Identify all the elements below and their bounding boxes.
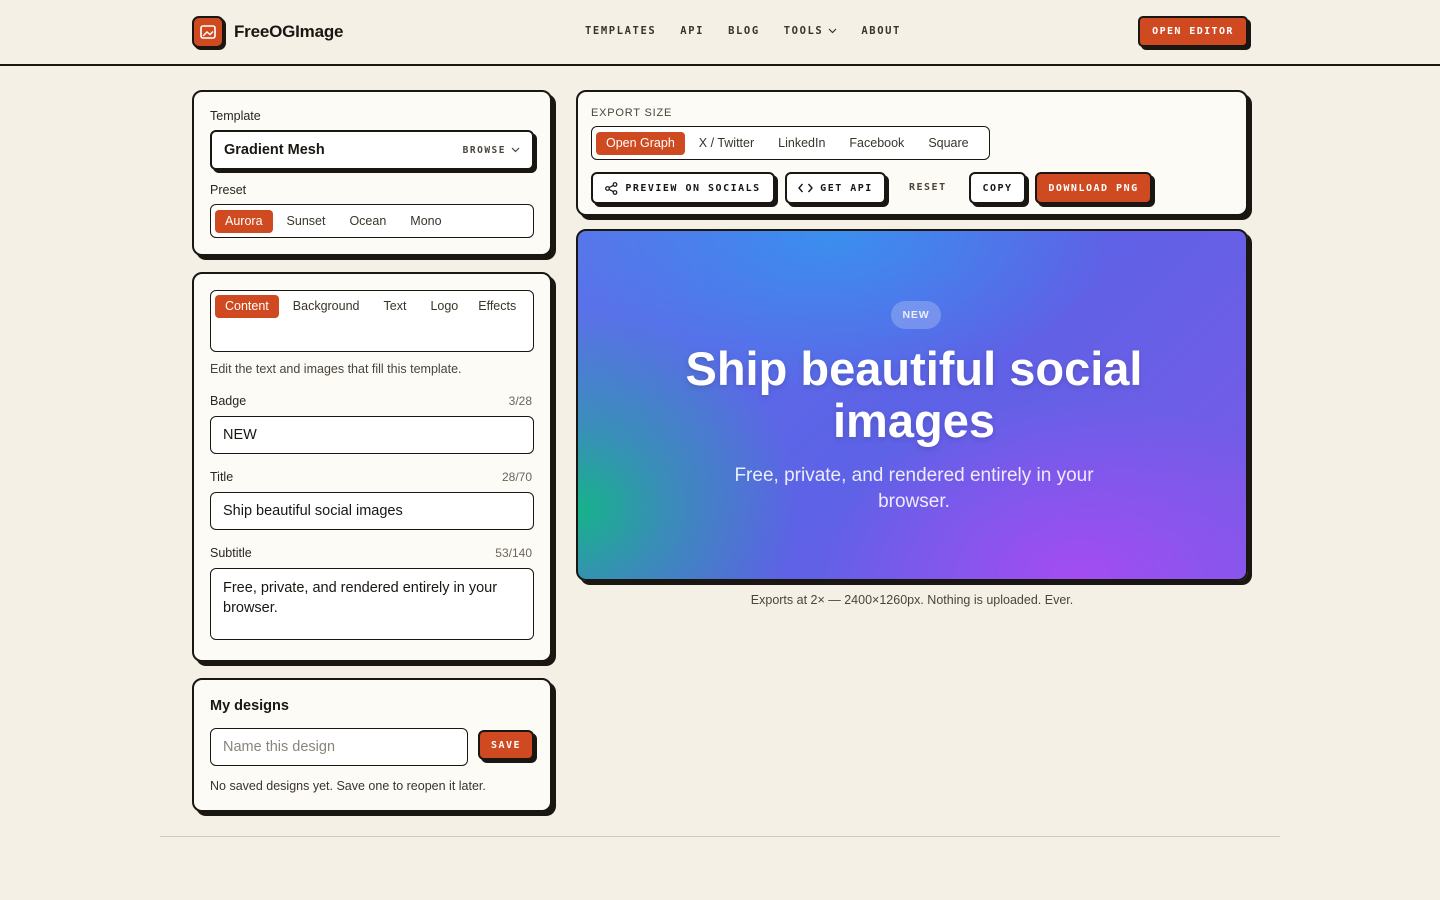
preset-ocean[interactable]: Ocean <box>339 210 396 233</box>
title-input[interactable]: Ship beautiful social images <box>210 492 534 530</box>
size-linkedin[interactable]: LinkedIn <box>768 132 835 155</box>
content-tabs: Content Background Text Logo Effects <box>210 290 534 352</box>
preset-sunset[interactable]: Sunset <box>277 210 336 233</box>
download-png-button[interactable]: DOWNLOAD PNG <box>1035 172 1152 204</box>
open-editor-button[interactable]: OPEN EDITOR <box>1138 16 1248 47</box>
export-size-segment: Open Graph X / Twitter LinkedIn Facebook… <box>591 126 990 160</box>
preset-segment: Aurora Sunset Ocean Mono <box>210 204 534 238</box>
image-icon <box>192 16 224 48</box>
nav-tools-label: TOOLS <box>783 25 824 37</box>
badge-label: Badge <box>210 394 247 408</box>
designs-heading: My designs <box>210 698 289 714</box>
content-card: Content Background Text Logo Effects Edi… <box>192 272 552 662</box>
browse-button[interactable]: BROWSE <box>463 145 520 156</box>
designs-empty-text: No saved designs yet. Save one to reopen… <box>210 779 486 793</box>
nav-about[interactable]: ABOUT <box>861 25 901 37</box>
tab-background[interactable]: Background <box>283 295 370 318</box>
template-value: Gradient Mesh <box>224 142 325 158</box>
export-size-label: EXPORT SIZE <box>591 107 673 119</box>
badge-counter: 3/28 <box>508 394 532 408</box>
get-api-label: GET API <box>820 182 873 194</box>
browse-label: BROWSE <box>462 144 506 156</box>
template-select[interactable]: Gradient Mesh BROWSE <box>210 130 534 170</box>
subtitle-label: Subtitle <box>210 546 252 560</box>
subtitle-counter: 53/140 <box>495 546 532 560</box>
title-label: Title <box>210 470 234 484</box>
footer-divider <box>160 836 1280 837</box>
chevron-down-icon <box>511 147 520 153</box>
chevron-down-icon <box>828 28 837 34</box>
tab-content[interactable]: Content <box>215 295 279 318</box>
preview-socials-label: PREVIEW ON SOCIALS <box>625 182 761 194</box>
og-image-preview: NEW Ship beautiful social images Free, p… <box>576 229 1248 581</box>
badge-input[interactable]: NEW <box>210 416 534 454</box>
title-counter: 28/70 <box>501 470 532 484</box>
reset-button[interactable]: RESET <box>909 182 947 193</box>
export-card: EXPORT SIZE Open Graph X / Twitter Linke… <box>576 90 1248 216</box>
size-open-graph[interactable]: Open Graph <box>596 131 685 155</box>
template-label: Template <box>210 109 261 123</box>
get-api-button[interactable]: GET API <box>785 172 886 204</box>
tab-logo[interactable]: Logo <box>420 295 468 318</box>
content-description: Edit the text and images that fill this … <box>210 362 462 376</box>
preview-title: Ship beautiful social images <box>685 342 1143 447</box>
brand-logo[interactable]: FreeOGImage <box>192 16 343 48</box>
copy-button[interactable]: COPY <box>969 172 1026 204</box>
template-card: Template Gradient Mesh BROWSE Preset Aur… <box>192 90 552 256</box>
nav-templates[interactable]: TEMPLATES <box>585 25 656 37</box>
size-twitter[interactable]: X / Twitter <box>689 132 764 155</box>
designs-card: My designs Name this design SAVE No save… <box>192 678 552 812</box>
main-nav: TEMPLATES API BLOG TOOLS ABOUT <box>585 25 901 37</box>
nav-tools[interactable]: TOOLS <box>784 25 838 37</box>
brand-name: FreeOGImage <box>234 22 344 41</box>
preview-badge: NEW <box>891 301 941 329</box>
design-name-input[interactable]: Name this design <box>210 728 468 766</box>
top-header: FreeOGImage TEMPLATES API BLOG TOOLS ABO… <box>0 0 1440 66</box>
nav-api[interactable]: API <box>680 25 704 37</box>
preset-aurora[interactable]: Aurora <box>215 209 273 233</box>
share-icon <box>605 181 618 195</box>
save-button[interactable]: SAVE <box>478 730 534 760</box>
subtitle-textarea[interactable]: Free, private, and rendered entirely in … <box>210 568 534 640</box>
nav-blog[interactable]: BLOG <box>728 25 760 37</box>
export-note: Exports at 2× — 2400×1260px. Nothing is … <box>750 593 1074 607</box>
preset-label: Preset <box>210 183 247 197</box>
code-icon <box>798 183 814 193</box>
size-square[interactable]: Square <box>918 132 978 155</box>
tab-text[interactable]: Text <box>374 295 417 318</box>
preview-socials-button[interactable]: PREVIEW ON SOCIALS <box>591 172 775 204</box>
size-facebook[interactable]: Facebook <box>839 132 914 155</box>
preset-mono[interactable]: Mono <box>400 210 451 233</box>
tab-effects[interactable]: Effects <box>468 295 526 318</box>
preview-subtitle: Free, private, and rendered entirely in … <box>734 465 1094 512</box>
